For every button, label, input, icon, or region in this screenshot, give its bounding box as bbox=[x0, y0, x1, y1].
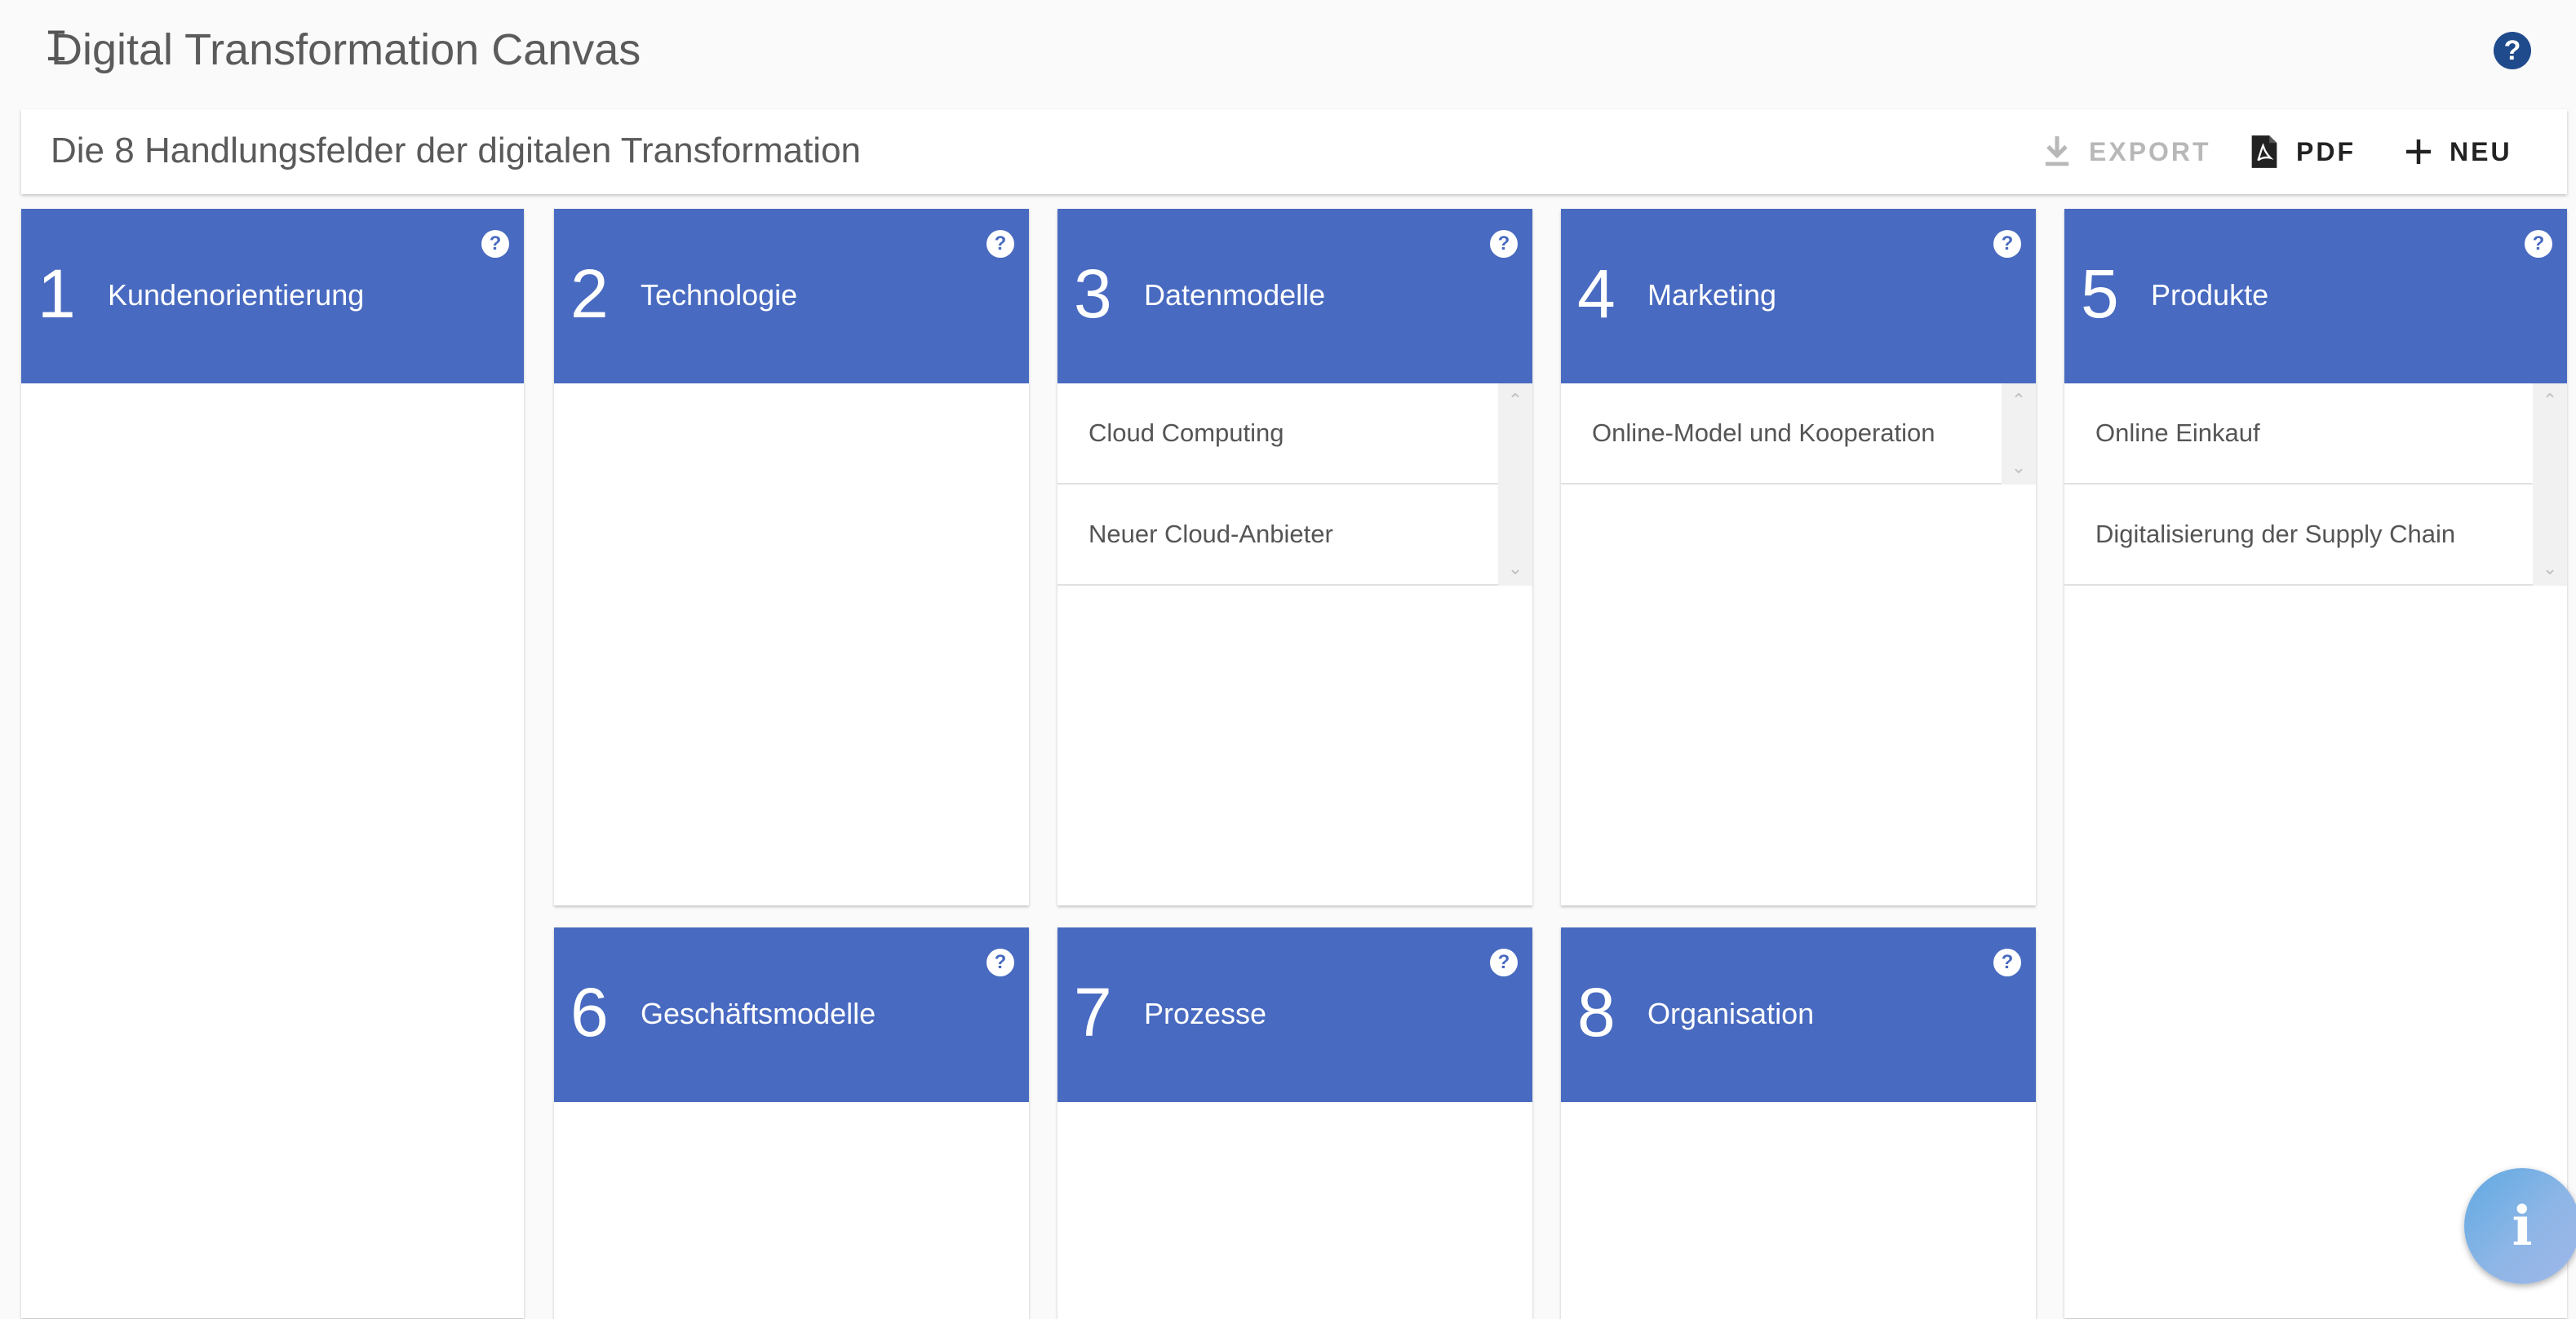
field-number: 2 bbox=[570, 255, 609, 332]
field-card-7: 7 Prozesse ? bbox=[1057, 927, 1532, 1319]
export-button[interactable]: EXPORT bbox=[2042, 129, 2211, 175]
pdf-button[interactable]: PDF bbox=[2249, 129, 2356, 175]
field-title: Prozesse bbox=[1144, 997, 1267, 1030]
list-item[interactable]: Online-Model und Kooperation bbox=[1561, 383, 2002, 485]
pdf-file-icon bbox=[2249, 133, 2280, 170]
field-card-header: 8 Organisation ? bbox=[1561, 927, 2036, 1102]
field-card-3: 3 Datenmodelle ? Cloud Computing Neuer C… bbox=[1057, 209, 1532, 905]
download-icon bbox=[2042, 134, 2073, 170]
toolbar: Die 8 Handlungsfelder der digitalen Tran… bbox=[21, 109, 2567, 194]
pdf-label: PDF bbox=[2296, 136, 2356, 166]
page-title: Digital Transformation Canvas bbox=[51, 25, 641, 74]
field-item-list: Online-Model und Kooperation ⌃ ⌄ bbox=[1561, 383, 2036, 485]
list-item[interactable]: Cloud Computing bbox=[1057, 383, 1498, 485]
field-item-list: Online Einkauf Digitalisierung der Suppl… bbox=[2064, 383, 2567, 586]
field-card-1: 1 Kundenorientierung ? bbox=[21, 209, 524, 1318]
list-scrollbar[interactable]: ⌃ ⌄ bbox=[2533, 383, 2567, 586]
field-card-header: 4 Marketing ? bbox=[1561, 209, 2036, 383]
field-card-header: 6 Geschäftsmodelle ? bbox=[554, 927, 1029, 1102]
question-icon[interactable]: ? bbox=[2525, 230, 2552, 258]
question-icon[interactable]: ? bbox=[1993, 949, 2021, 976]
list-item[interactable]: Online Einkauf bbox=[2064, 383, 2533, 485]
list-scrollbar[interactable]: ⌃ ⌄ bbox=[2002, 383, 2036, 485]
scroll-down-arrow-icon[interactable]: ⌄ bbox=[2533, 556, 2567, 581]
new-button[interactable]: NEU bbox=[2404, 129, 2512, 175]
scroll-down-arrow-icon[interactable]: ⌄ bbox=[1498, 556, 1532, 581]
scroll-down-arrow-icon[interactable]: ⌄ bbox=[2002, 455, 2036, 480]
field-number: 6 bbox=[570, 974, 609, 1051]
field-card-header: 5 Produkte ? bbox=[2064, 209, 2567, 383]
field-number: 5 bbox=[2081, 255, 2119, 332]
list-item[interactable]: Neuer Cloud-Anbieter bbox=[1057, 485, 1498, 586]
field-number: 4 bbox=[1577, 255, 1616, 332]
question-icon[interactable]: ? bbox=[1490, 949, 1518, 976]
field-title: Marketing bbox=[1647, 278, 1777, 312]
scroll-up-arrow-icon[interactable]: ⌃ bbox=[1498, 388, 1532, 413]
field-card-header: 7 Prozesse ? bbox=[1057, 927, 1532, 1102]
scroll-up-arrow-icon[interactable]: ⌃ bbox=[2002, 388, 2036, 413]
field-card-header: 2 Technologie ? bbox=[554, 209, 1029, 383]
scroll-up-arrow-icon[interactable]: ⌃ bbox=[2533, 388, 2567, 413]
new-label: NEU bbox=[2450, 136, 2512, 166]
info-icon[interactable]: i bbox=[2464, 1168, 2576, 1284]
field-card-header: 3 Datenmodelle ? bbox=[1057, 209, 1532, 383]
field-number: 1 bbox=[38, 255, 76, 332]
list-scrollbar[interactable]: ⌃ ⌄ bbox=[1498, 383, 1532, 586]
list-item[interactable]: Digitalisierung der Supply Chain bbox=[2064, 485, 2533, 586]
text-cursor-icon: I bbox=[44, 23, 69, 70]
field-title: Kundenorientierung bbox=[108, 278, 365, 312]
export-label: EXPORT bbox=[2089, 136, 2211, 166]
field-card-4: 4 Marketing ? Online-Model und Kooperati… bbox=[1561, 209, 2036, 905]
field-title: Technologie bbox=[641, 278, 798, 312]
field-card-header: 1 Kundenorientierung ? bbox=[21, 209, 524, 383]
field-title: Datenmodelle bbox=[1144, 278, 1326, 312]
field-item-list: Cloud Computing Neuer Cloud-Anbieter ⌃ ⌄ bbox=[1057, 383, 1532, 586]
field-card-6: 6 Geschäftsmodelle ? bbox=[554, 927, 1029, 1319]
field-number: 7 bbox=[1074, 974, 1112, 1051]
help-icon[interactable]: ? bbox=[2494, 32, 2531, 69]
toolbar-title: Die 8 Handlungsfelder der digitalen Tran… bbox=[51, 131, 862, 170]
field-title: Produkte bbox=[2151, 278, 2269, 312]
question-icon[interactable]: ? bbox=[987, 230, 1014, 258]
field-title: Organisation bbox=[1647, 997, 1815, 1030]
question-icon[interactable]: ? bbox=[987, 949, 1014, 976]
field-card-8: 8 Organisation ? bbox=[1561, 927, 2036, 1319]
field-number: 8 bbox=[1577, 974, 1616, 1051]
field-card-5: 5 Produkte ? Online Einkauf Digitalisier… bbox=[2064, 209, 2567, 1318]
plus-icon bbox=[2404, 137, 2433, 166]
field-title: Geschäftsmodelle bbox=[641, 997, 876, 1030]
field-card-2: 2 Technologie ? bbox=[554, 209, 1029, 905]
question-icon[interactable]: ? bbox=[481, 230, 509, 258]
question-icon[interactable]: ? bbox=[1490, 230, 1518, 258]
field-number: 3 bbox=[1074, 255, 1112, 332]
question-icon[interactable]: ? bbox=[1993, 230, 2021, 258]
